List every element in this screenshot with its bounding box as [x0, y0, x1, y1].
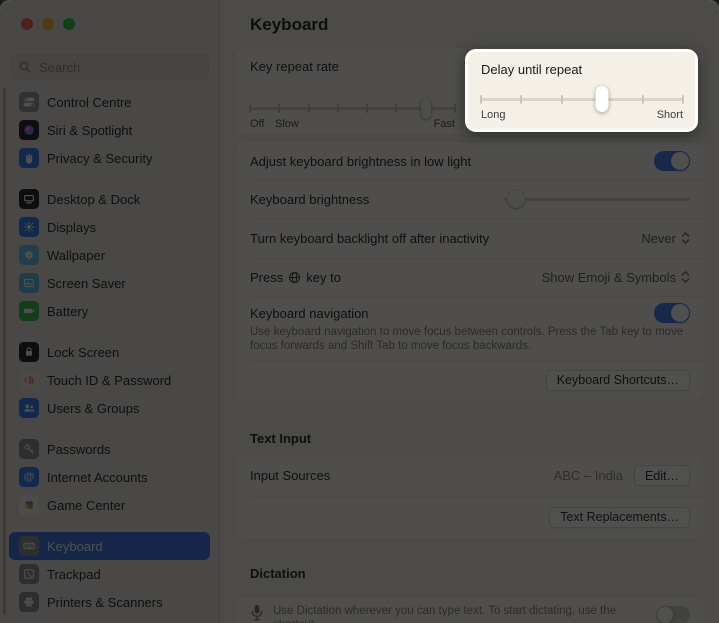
delay-until-repeat-slider[interactable] [480, 86, 684, 112]
system-settings-window: Control Centre Siri & Spotlight Privacy … [0, 0, 719, 623]
delay-until-repeat-panel: Delay until repeat Long Short [465, 49, 698, 132]
delay-long-label: Long [481, 109, 506, 121]
delay-slider-thumb[interactable] [595, 86, 609, 112]
delay-short-label: Short [656, 109, 683, 121]
delay-until-repeat-label: Delay until repeat [481, 62, 583, 77]
